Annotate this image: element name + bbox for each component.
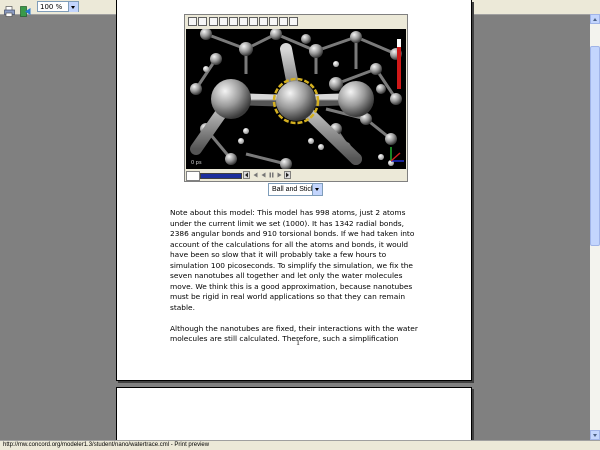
paragraph-note: Note about this model: This model has 99… bbox=[170, 208, 415, 312]
status-bar: http://mw.concord.org/modeler1.3/student… bbox=[0, 440, 600, 450]
time-slider[interactable] bbox=[200, 173, 242, 179]
scroll-down-icon[interactable] bbox=[590, 430, 600, 440]
camera-tool-icon[interactable] bbox=[249, 17, 258, 26]
display-style-select[interactable]: Ball and Stick bbox=[268, 183, 323, 196]
status-text: http://mw.concord.org/modeler1.3/student… bbox=[3, 442, 210, 448]
molecular-viewer[interactable]: 0 ps bbox=[184, 14, 408, 182]
scroll-up-icon[interactable] bbox=[590, 14, 600, 24]
viewer-toolbar bbox=[185, 15, 407, 29]
chevron-down-icon bbox=[312, 184, 322, 195]
zoom-select[interactable]: 100 % bbox=[37, 1, 79, 12]
download-tool-icon[interactable] bbox=[289, 17, 298, 26]
playback-controls bbox=[185, 169, 407, 181]
pause-icon[interactable] bbox=[268, 171, 275, 179]
reverse-icon[interactable] bbox=[260, 171, 267, 179]
exit-icon[interactable] bbox=[19, 1, 32, 17]
preview-page-1: 0 ps Ball and Stick Note about this mode… bbox=[116, 0, 472, 381]
settings-tool-icon[interactable] bbox=[259, 17, 268, 26]
step-back-icon[interactable] bbox=[252, 171, 259, 179]
molecule-canvas[interactable]: 0 ps bbox=[186, 29, 406, 169]
step-field[interactable] bbox=[186, 171, 200, 181]
drag-tool-icon[interactable] bbox=[279, 17, 288, 26]
vertical-scrollbar[interactable] bbox=[590, 14, 600, 440]
page-text: Note about this model: This model has 99… bbox=[170, 208, 425, 355]
preview-page-2 bbox=[116, 387, 472, 447]
dropdown-tool-icon[interactable] bbox=[198, 17, 207, 26]
scrollbar-thumb[interactable] bbox=[590, 46, 600, 246]
fast-forward-icon[interactable] bbox=[284, 171, 291, 179]
select-tool-icon[interactable] bbox=[188, 17, 197, 26]
time-label: 0 ps bbox=[191, 160, 202, 166]
display-style-value: Ball and Stick bbox=[272, 186, 315, 193]
print-icon[interactable] bbox=[3, 1, 16, 17]
zoom-value: 100 % bbox=[40, 3, 63, 11]
reset-tool-icon[interactable] bbox=[269, 17, 278, 26]
play-icon[interactable] bbox=[276, 171, 283, 179]
page-number: 1 bbox=[296, 339, 300, 347]
rotate-tool-icon[interactable] bbox=[209, 17, 218, 26]
snapshot-tool-icon[interactable] bbox=[239, 17, 248, 26]
translate-tool-icon[interactable] bbox=[219, 17, 228, 26]
rewind-icon[interactable] bbox=[243, 171, 250, 179]
chevron-down-icon bbox=[68, 2, 78, 12]
zoom-tool-icon[interactable] bbox=[229, 17, 238, 26]
